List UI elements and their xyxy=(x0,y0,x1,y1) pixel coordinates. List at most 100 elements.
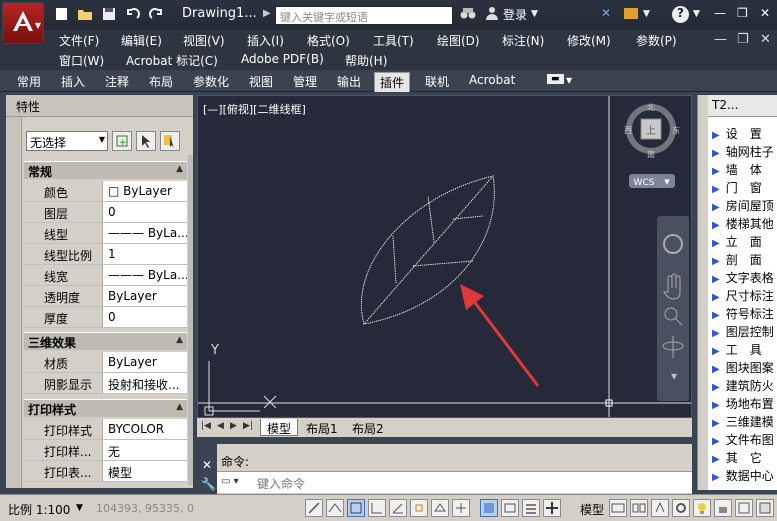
menu-insert[interactable]: 插入(I) xyxy=(247,32,284,49)
compass-east-label[interactable]: 东 xyxy=(672,125,680,135)
t20-menu-item[interactable]: ▶ 文字表格 xyxy=(712,269,774,287)
infer-constraints-button[interactable] xyxy=(305,499,323,517)
object-snap-button[interactable] xyxy=(410,499,428,517)
annotation-scale[interactable]: 比例 1:100 xyxy=(8,501,70,518)
section-3d-effects[interactable]: 三维效果 ▲ xyxy=(24,332,187,350)
property-value[interactable]: 1 xyxy=(103,244,187,264)
isolate-objects-button[interactable] xyxy=(693,499,711,517)
menu-draw[interactable]: 绘图(D) xyxy=(437,32,480,49)
t20-menu-item[interactable]: ▶ 楼梯其他 xyxy=(712,215,774,233)
property-row[interactable]: 材质 ByLayer xyxy=(24,352,187,373)
tab-model[interactable]: 模型 xyxy=(260,419,299,436)
login-link[interactable]: 登录 xyxy=(503,6,527,23)
menu-tools[interactable]: 工具(T) xyxy=(373,32,414,49)
undo-icon[interactable] xyxy=(125,7,141,21)
tab-insert[interactable]: 插入 xyxy=(61,73,85,90)
menu-edit[interactable]: 编辑(E) xyxy=(121,32,162,49)
menu-acrobat-markup[interactable]: Acrobat 标记(C) xyxy=(126,52,218,69)
3d-osnap-button[interactable] xyxy=(431,499,449,517)
property-value[interactable]: 投射和接收... xyxy=(103,373,187,393)
subscription-icon[interactable] xyxy=(623,6,639,20)
application-menu-button[interactable]: ▼ xyxy=(2,2,44,44)
t20-title[interactable]: T2... xyxy=(708,95,777,117)
help-button[interactable]: ? xyxy=(672,6,689,23)
property-value[interactable]: 0 xyxy=(103,202,187,222)
prev-tab-icon[interactable]: ◀ xyxy=(217,421,224,431)
quick-select-button[interactable] xyxy=(160,131,180,151)
menu-adobe-pdf[interactable]: Adobe PDF(B) xyxy=(241,52,324,66)
new-file-icon[interactable] xyxy=(54,7,70,21)
clean-screen-button[interactable] xyxy=(756,499,774,517)
exchange-icon[interactable]: ✕ xyxy=(601,6,611,20)
hardware-acceleration-button[interactable] xyxy=(735,499,753,517)
t20-menu-item[interactable]: ▶ 场地布置 xyxy=(712,395,774,413)
dynamic-input-button[interactable] xyxy=(501,499,519,517)
property-row[interactable]: 透明度 ByLayer xyxy=(24,286,187,307)
open-folder-icon[interactable] xyxy=(77,7,93,21)
section-plot-style[interactable]: 打印样式 ▲ xyxy=(24,399,187,417)
t20-menu-item[interactable]: ▶ 设 置 xyxy=(712,125,762,143)
scale-dropdown-icon[interactable]: ▼ xyxy=(76,503,83,513)
property-row[interactable]: 线型 ——— ByLa... xyxy=(24,223,187,244)
close-command-icon[interactable]: ✕ xyxy=(202,458,212,472)
tab-layout1[interactable]: 布局1 xyxy=(300,419,344,436)
select-objects-button[interactable] xyxy=(136,131,156,151)
menu-parametric[interactable]: 参数(P) xyxy=(636,32,677,49)
property-value[interactable]: ByLayer xyxy=(103,352,187,372)
selection-dropdown[interactable]: 无选择 ▼ xyxy=(26,131,108,151)
property-row[interactable]: 颜色 □ ByLayer xyxy=(24,181,187,202)
subscription-dropdown-icon[interactable]: ▼ xyxy=(643,9,650,19)
ribbon-toggle-icon[interactable]: ▬ xyxy=(547,74,564,84)
viewcube-face-label[interactable]: 上 xyxy=(646,125,656,137)
t20-menu-item[interactable]: ▶ 轴网柱子 xyxy=(712,143,774,161)
ribbon-options-dropdown-icon[interactable]: ▼ xyxy=(566,76,572,85)
polar-tracking-button[interactable] xyxy=(389,499,407,517)
t20-menu-item[interactable]: ▶ 尺寸标注 xyxy=(712,287,774,305)
drawing-canvas[interactable]: [—][俯视][二维线框] Y 上 北 南 西 东 WCS ▼ ▼ xyxy=(197,95,692,418)
property-row[interactable]: 厚度 0 xyxy=(24,307,187,328)
doc-minimize-icon[interactable]: — xyxy=(714,32,727,47)
workspace-switch-button[interactable] xyxy=(672,499,690,517)
t20-menu-item[interactable]: ▶ 墙 体 xyxy=(712,161,762,179)
property-value[interactable]: 模型 xyxy=(103,461,187,481)
tab-parametric[interactable]: 参数化 xyxy=(193,73,229,90)
tab-layout2[interactable]: 布局2 xyxy=(346,419,390,436)
command-input[interactable]: ▭ ▾ 键入命令 xyxy=(217,471,692,493)
section-general[interactable]: 常规 ▲ xyxy=(24,161,187,179)
last-tab-icon[interactable]: ▶| xyxy=(243,421,253,431)
restore-window-icon[interactable]: ❐ xyxy=(737,6,748,20)
doc-restore-icon[interactable]: ❐ xyxy=(737,32,749,47)
t20-menu-item[interactable]: ▶ 工 具 xyxy=(712,341,762,359)
tab-layout[interactable]: 布局 xyxy=(149,73,173,90)
model-space-toggle[interactable]: 模型 xyxy=(580,501,604,518)
t20-menu-item[interactable]: ▶ 房间屋顶 xyxy=(712,197,774,215)
property-row[interactable]: 阴影显示 投射和接收... xyxy=(24,373,187,394)
property-value[interactable]: ByLayer xyxy=(103,286,187,306)
object-snap-tracking-button[interactable] xyxy=(452,499,470,517)
t20-menu-item[interactable]: ▶ 立 面 xyxy=(712,233,762,251)
property-value[interactable]: ——— ByLa... xyxy=(103,265,187,285)
command-prompt-icon[interactable]: ▭ ▾ xyxy=(221,476,239,487)
t20-menu-item[interactable]: ▶ 剖 面 xyxy=(712,251,762,269)
property-row[interactable]: 图层 0 xyxy=(24,202,187,223)
coordinates-readout[interactable]: 104393, 95335, 0 xyxy=(96,502,194,515)
next-tab-icon[interactable]: ▶ xyxy=(230,421,237,431)
nav-bar-dropdown-icon[interactable]: ▼ xyxy=(671,372,678,381)
menu-modify[interactable]: 修改(M) xyxy=(567,32,611,49)
t20-menu-item[interactable]: ▶ 三维建模 xyxy=(712,413,774,431)
t20-menu-item[interactable]: ▶ 建筑防火 xyxy=(712,377,774,395)
property-value[interactable]: BYCOLOR xyxy=(103,419,187,439)
tab-view[interactable]: 视图 xyxy=(249,73,273,90)
selection-cycling-button[interactable] xyxy=(543,499,561,517)
t20-menu-item[interactable]: ▶ 符号标注 xyxy=(712,305,774,323)
property-row[interactable]: 线型比例 1 xyxy=(24,244,187,265)
t20-palette-handle[interactable] xyxy=(698,95,708,490)
tab-annotate[interactable]: 注释 xyxy=(105,73,129,90)
quick-view-layouts-button[interactable] xyxy=(609,499,627,517)
wrench-icon[interactable]: 🔧 xyxy=(201,477,216,491)
t20-menu-item[interactable]: ▶ 其 它 xyxy=(712,449,762,467)
dynamic-ucs-button[interactable] xyxy=(480,499,498,517)
palette-scrollbar[interactable] xyxy=(188,155,193,485)
pickadd-toggle-button[interactable]: + xyxy=(112,131,132,151)
property-row[interactable]: 打印样... 无 xyxy=(24,440,187,461)
